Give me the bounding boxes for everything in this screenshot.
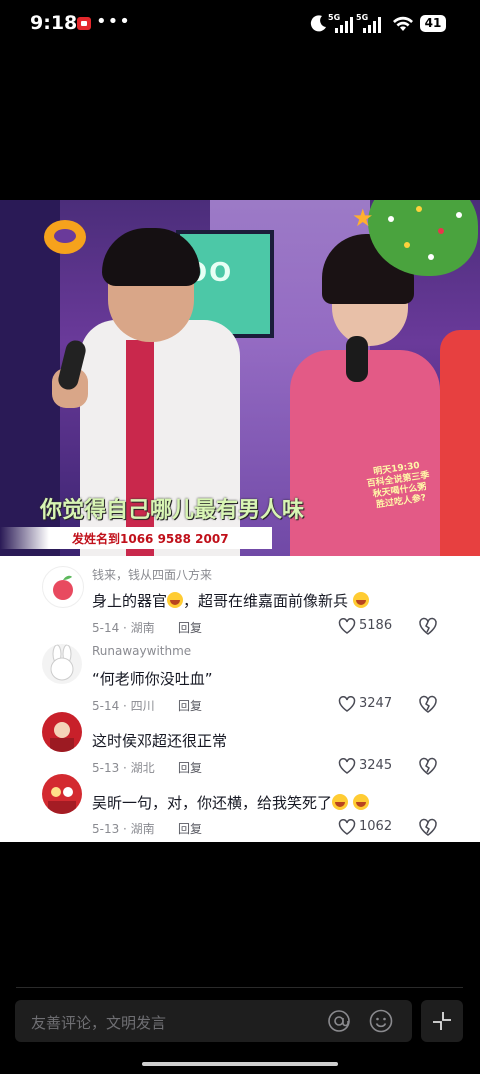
reply-button[interactable]: 回复: [178, 619, 202, 636]
screen-record-icon: [77, 17, 91, 30]
bunny-avatar-icon: [50, 644, 74, 681]
reply-button[interactable]: 回复: [178, 759, 202, 776]
comment-item: Runawaywithme “何老师你没吐血” 5-14 · 四川 回复 324…: [0, 642, 480, 718]
avatar[interactable]: [42, 774, 82, 814]
like-count: 3245: [359, 758, 393, 773]
reply-button[interactable]: 回复: [178, 697, 202, 714]
comment-text: 吴昕一句，对，你还横，给我笑死了: [92, 792, 369, 813]
comment-date-location: 5-14 · 四川: [92, 699, 155, 713]
comment-text: 身上的器官 ，超哥在维嘉面前像新兵: [92, 590, 369, 611]
cohost-figure: [290, 350, 440, 556]
avatar-image: [48, 787, 76, 814]
comment-text: 这时侯邓超还很正常: [92, 732, 228, 750]
signal-icon: [335, 17, 353, 33]
broken-heart-icon[interactable]: [418, 617, 438, 635]
like-count: 3247: [359, 696, 393, 711]
comment-username[interactable]: Runawaywithme: [92, 644, 191, 658]
avatar[interactable]: [42, 566, 84, 608]
emoji-icon[interactable]: [369, 1009, 393, 1033]
video-subtitle: 你觉得自己哪儿最有男人味: [40, 498, 305, 523]
avatar[interactable]: [42, 712, 82, 752]
more-notifications-icon: •••: [96, 11, 131, 32]
comment-input[interactable]: 友善评论，文明发言: [15, 1000, 412, 1042]
heart-icon[interactable]: [338, 696, 356, 712]
comment-input-placeholder: 友善评论，文明发言: [31, 1014, 167, 1032]
wifi-icon: [393, 16, 413, 31]
comment-date-location: 5-13 · 湖南: [92, 822, 155, 836]
channel-logo: [44, 220, 86, 254]
collapse-arrows-icon: [433, 1012, 451, 1030]
comment-date-location: 5-13 · 湖北: [92, 761, 155, 775]
comment-item: 这时侯邓超还很正常 5-13 · 湖北 回复 3245: [0, 712, 480, 780]
comment-text-part: 身上的器官: [92, 592, 168, 610]
comments-panel[interactable]: 钱来，钱从四面八方来 身上的器官 ，超哥在维嘉面前像新兵 5-14 · 湖南 回复…: [0, 556, 480, 842]
avatar[interactable]: [42, 644, 82, 684]
comment-item: 吴昕一句，对，你还横，给我笑死了 5-13 · 湖南 回复 1062: [0, 774, 480, 842]
broken-heart-icon[interactable]: [418, 757, 438, 775]
broken-heart-icon[interactable]: [418, 695, 438, 713]
comment-username[interactable]: 钱来，钱从四面八方来: [92, 566, 212, 583]
home-indicator[interactable]: [142, 1062, 338, 1066]
peach-avatar-icon: [53, 575, 73, 600]
video-player[interactable]: OO ★ 明天19:30 百科全说第三季 秋天喝什么粥 胜过吃人参? 你觉得自己…: [0, 200, 480, 556]
laugh-cry-emoji-icon: [352, 794, 369, 810]
microphone-icon: [346, 336, 368, 382]
broken-heart-icon[interactable]: [418, 818, 438, 836]
moon-icon: [310, 15, 326, 32]
battery-indicator: 41: [420, 15, 446, 32]
like-count: 5186: [359, 618, 393, 633]
heart-icon[interactable]: [338, 618, 356, 634]
comment-item: 钱来，钱从四面八方来 身上的器官 ，超哥在维嘉面前像新兵 5-14 · 湖南 回复…: [0, 556, 480, 642]
heart-icon[interactable]: [338, 819, 356, 835]
comment-date-location: 5-14 · 湖南: [92, 621, 155, 635]
heart-icon[interactable]: [338, 758, 356, 774]
comment-text-part: ，超哥在维嘉面前像新兵: [183, 592, 349, 610]
at-icon[interactable]: [327, 1009, 351, 1033]
star-sticker-icon: ★: [352, 204, 374, 232]
status-bar: 9:18 ••• 5G 5G 41: [0, 0, 480, 50]
expand-button[interactable]: [421, 1000, 463, 1042]
laugh-cry-emoji-icon: [167, 592, 184, 608]
guest-figure: [440, 330, 480, 556]
signal-icon: [363, 17, 381, 33]
status-time: 9:18: [30, 12, 78, 34]
like-count: 1062: [359, 819, 393, 834]
avatar-image: [50, 722, 74, 752]
reply-button[interactable]: 回复: [178, 820, 202, 837]
divider: [16, 987, 463, 988]
comment-text-part: 吴昕一句，对，你还横，给我笑死了: [92, 794, 333, 812]
laugh-cry-emoji-icon: [352, 592, 369, 608]
laugh-cry-emoji-icon: [332, 794, 349, 810]
ticker-text: 发姓名到1066 9588 2007: [72, 532, 229, 546]
comment-text: “何老师你没吐血”: [92, 670, 213, 688]
